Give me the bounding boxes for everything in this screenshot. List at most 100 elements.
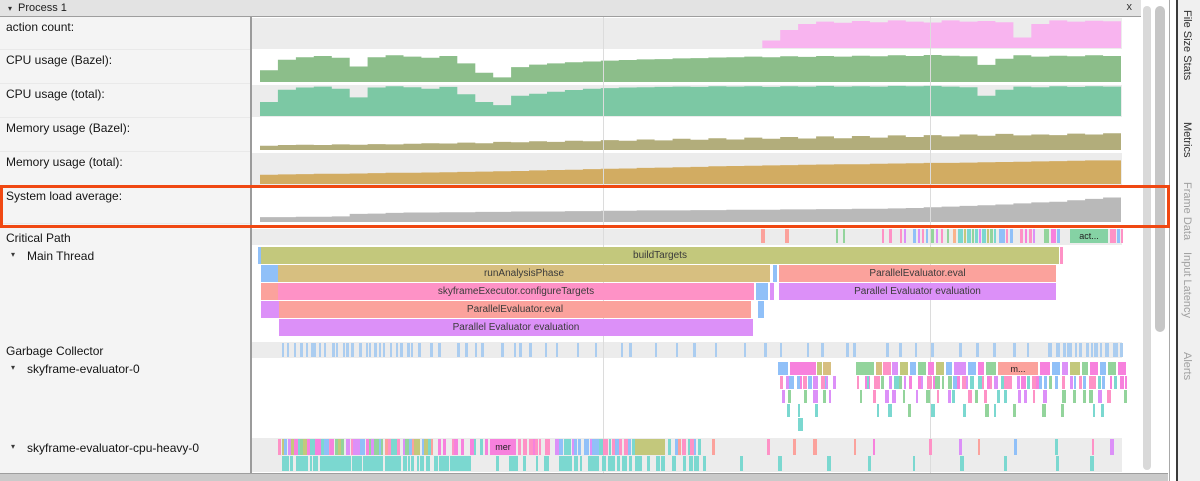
tick[interactable] bbox=[780, 343, 782, 357]
tick[interactable] bbox=[629, 343, 632, 357]
tick[interactable] bbox=[715, 343, 717, 357]
track-sysload[interactable] bbox=[250, 186, 1141, 224]
tick[interactable] bbox=[278, 439, 281, 455]
tick[interactable] bbox=[975, 390, 978, 403]
tick[interactable] bbox=[986, 362, 996, 375]
tick[interactable] bbox=[1020, 229, 1023, 243]
tick[interactable] bbox=[306, 343, 308, 357]
tick[interactable] bbox=[921, 376, 924, 389]
tick[interactable] bbox=[803, 376, 808, 389]
tick[interactable] bbox=[577, 343, 579, 357]
slice[interactable]: act... bbox=[1070, 229, 1108, 243]
tick[interactable] bbox=[808, 376, 813, 389]
tick[interactable] bbox=[868, 456, 871, 471]
tick[interactable] bbox=[1082, 362, 1088, 375]
tick[interactable] bbox=[985, 404, 989, 417]
tick[interactable] bbox=[1006, 229, 1008, 243]
tick[interactable] bbox=[979, 229, 981, 243]
tick[interactable] bbox=[877, 376, 880, 389]
track-mem-bazel[interactable] bbox=[250, 118, 1141, 152]
tick[interactable] bbox=[625, 456, 628, 471]
tick[interactable] bbox=[637, 456, 642, 471]
tick[interactable] bbox=[496, 456, 500, 471]
tick[interactable] bbox=[397, 439, 400, 455]
tick[interactable] bbox=[1017, 376, 1020, 389]
tick[interactable] bbox=[856, 362, 874, 375]
tick[interactable] bbox=[457, 343, 460, 357]
tick[interactable] bbox=[1116, 343, 1118, 357]
tick[interactable] bbox=[311, 343, 313, 357]
tick[interactable] bbox=[764, 343, 766, 357]
tick[interactable] bbox=[807, 343, 810, 357]
tick[interactable] bbox=[369, 343, 371, 357]
tick[interactable] bbox=[970, 376, 974, 389]
tick[interactable] bbox=[319, 343, 321, 357]
slice[interactable]: skyframeExecutor.configureTargets bbox=[278, 283, 754, 300]
tick[interactable] bbox=[976, 343, 979, 357]
tick[interactable] bbox=[836, 229, 838, 243]
tick[interactable] bbox=[876, 362, 882, 375]
tick[interactable] bbox=[1107, 390, 1111, 403]
tick[interactable] bbox=[513, 456, 518, 471]
slice[interactable]: mer bbox=[490, 439, 516, 455]
tick[interactable] bbox=[1073, 390, 1076, 403]
tick[interactable] bbox=[1060, 247, 1063, 264]
tick[interactable] bbox=[899, 376, 903, 389]
tick[interactable] bbox=[867, 376, 869, 389]
cpu-total-chart[interactable] bbox=[260, 85, 1121, 116]
tick[interactable] bbox=[959, 439, 962, 455]
tick[interactable] bbox=[787, 404, 790, 417]
panel-divider[interactable] bbox=[250, 17, 252, 473]
tick[interactable] bbox=[390, 343, 393, 357]
tick[interactable] bbox=[417, 456, 419, 471]
tick[interactable] bbox=[678, 439, 681, 455]
tick[interactable] bbox=[452, 456, 459, 471]
tick[interactable] bbox=[548, 439, 550, 455]
tick[interactable] bbox=[984, 390, 987, 403]
tick[interactable] bbox=[427, 456, 430, 471]
tick[interactable] bbox=[903, 390, 905, 403]
cpu-bazel-chart[interactable] bbox=[260, 51, 1121, 82]
tick[interactable] bbox=[994, 376, 998, 389]
tick[interactable] bbox=[1051, 229, 1056, 243]
tick[interactable] bbox=[900, 229, 902, 243]
tick[interactable] bbox=[1013, 343, 1016, 357]
tick[interactable] bbox=[1114, 376, 1117, 389]
tick[interactable] bbox=[767, 439, 770, 455]
tick[interactable] bbox=[926, 229, 928, 243]
tick[interactable] bbox=[282, 343, 284, 357]
tick[interactable] bbox=[972, 229, 974, 243]
tick[interactable] bbox=[461, 439, 465, 455]
tick[interactable] bbox=[336, 343, 339, 357]
tick[interactable] bbox=[1062, 390, 1066, 403]
tick[interactable] bbox=[957, 376, 960, 389]
tick[interactable] bbox=[467, 456, 471, 471]
tick[interactable] bbox=[904, 376, 907, 389]
tab-frame-data[interactable]: Frame Data bbox=[1181, 182, 1193, 240]
tick[interactable] bbox=[313, 343, 315, 357]
slice[interactable]: buildTargets bbox=[261, 247, 1059, 264]
tick[interactable] bbox=[360, 439, 365, 455]
tick[interactable] bbox=[927, 376, 932, 389]
tick[interactable] bbox=[990, 376, 992, 389]
tick[interactable] bbox=[804, 390, 807, 403]
tick[interactable] bbox=[793, 439, 795, 455]
tick[interactable] bbox=[987, 229, 989, 243]
tick[interactable] bbox=[1074, 376, 1076, 389]
tick[interactable] bbox=[676, 343, 678, 357]
tick[interactable] bbox=[968, 390, 972, 403]
tick[interactable] bbox=[966, 376, 968, 389]
row-label-garbage-collector[interactable]: Garbage Collector bbox=[0, 341, 250, 359]
tick[interactable] bbox=[400, 343, 403, 357]
tick[interactable] bbox=[947, 229, 949, 243]
tick[interactable] bbox=[935, 376, 939, 389]
tick[interactable] bbox=[953, 229, 956, 243]
tick[interactable] bbox=[261, 301, 279, 318]
tick[interactable] bbox=[1083, 390, 1087, 403]
tick[interactable] bbox=[594, 456, 600, 471]
tick[interactable] bbox=[305, 456, 308, 471]
row-label-skyframe-evaluator-cpu-heavy-0[interactable]: ▾ skyframe-evaluator-cpu-heavy-0 bbox=[0, 438, 250, 473]
tick[interactable] bbox=[544, 456, 549, 471]
tick[interactable] bbox=[396, 343, 398, 357]
tick[interactable] bbox=[952, 390, 955, 403]
